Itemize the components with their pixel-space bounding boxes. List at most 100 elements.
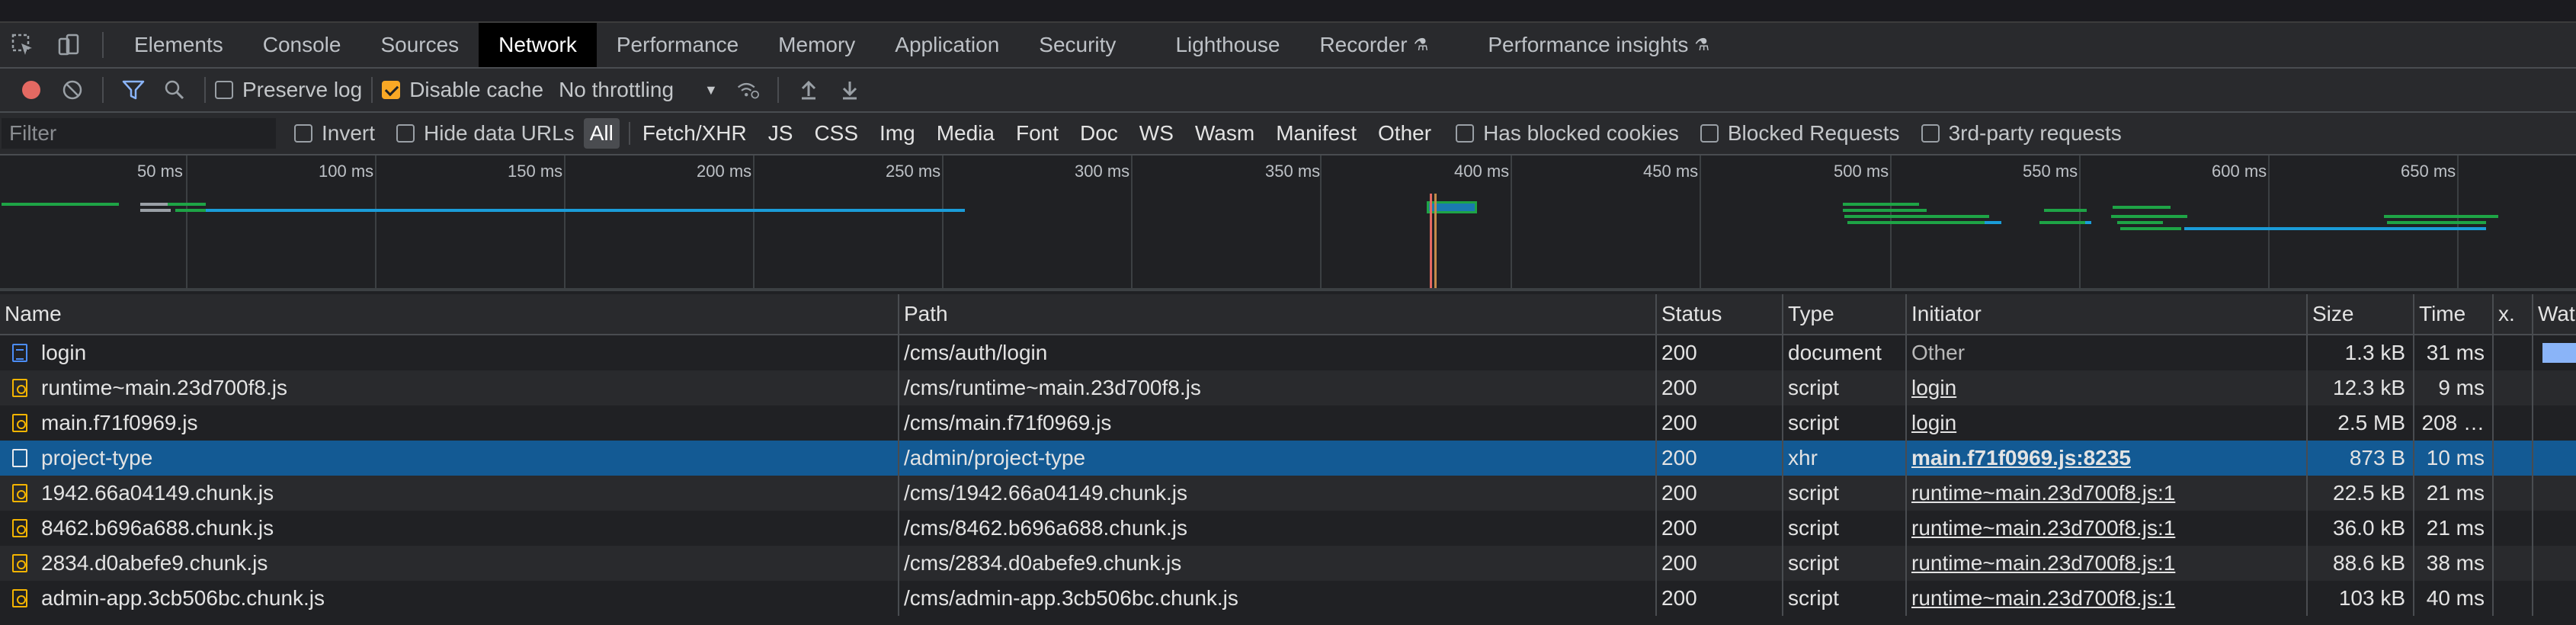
table-row[interactable]: 2834.d0abefe9.chunk.js /cms/2834.d0abefe… — [0, 546, 2576, 581]
table-row[interactable]: main.f71f0969.js /cms/main.f71f0969.js 2… — [0, 405, 2576, 441]
disable-cache-checkbox[interactable] — [382, 81, 401, 99]
column-header-initiator[interactable]: Initiator — [1907, 294, 2308, 334]
request-status: 200 — [1657, 476, 1783, 511]
tab-memory[interactable]: Memory — [758, 23, 875, 67]
request-type: script — [1783, 546, 1907, 581]
filter-type-ws[interactable]: WS — [1133, 118, 1180, 149]
record-icon[interactable] — [20, 79, 43, 101]
column-header-x[interactable]: x. — [2494, 294, 2533, 334]
filter-input[interactable] — [2, 118, 276, 149]
xhr-icon — [12, 449, 27, 467]
request-time: 9 ms — [2414, 370, 2494, 405]
request-path: /cms/main.f71f0969.js — [899, 405, 1657, 441]
column-header-path[interactable]: Path — [899, 294, 1657, 334]
search-icon[interactable] — [163, 79, 186, 101]
request-path: /cms/runtime~main.23d700f8.js — [899, 370, 1657, 405]
filter-type-other[interactable]: Other — [1372, 118, 1437, 149]
filter-type-media[interactable]: Media — [931, 118, 1001, 149]
filter-type-fetch-xhr[interactable]: Fetch/XHR — [636, 118, 753, 149]
throttling-select[interactable]: No throttling ▼ — [559, 78, 718, 102]
export-har-icon[interactable] — [838, 79, 861, 101]
experiment-flask-icon: ⚗ — [1694, 35, 1710, 54]
initiator-link[interactable]: main.f71f0969.js:8235 — [1911, 446, 2131, 470]
filter-type-wasm[interactable]: Wasm — [1189, 118, 1261, 149]
column-header-type[interactable]: Type — [1783, 294, 1907, 334]
blocked-requests-checkbox[interactable] — [1700, 124, 1719, 143]
initiator-link[interactable]: runtime~main.23d700f8.js:1 — [1911, 551, 2175, 575]
network-conditions-icon[interactable] — [736, 79, 759, 101]
request-path: /cms/1942.66a04149.chunk.js — [899, 476, 1657, 511]
filter-icon[interactable] — [122, 79, 145, 101]
tab-console[interactable]: Console — [243, 23, 361, 67]
third-party-toggle[interactable]: 3rd-party requests — [1921, 121, 2122, 146]
toolbar-divider — [102, 77, 104, 103]
column-header-name[interactable]: Name — [0, 294, 899, 334]
tab-performance-insights[interactable]: Performance insights ⚗ — [1448, 23, 1729, 67]
tab-sources[interactable]: Sources — [360, 23, 479, 67]
column-header-waterfall[interactable]: Wate — [2533, 294, 2576, 334]
request-status: 200 — [1657, 405, 1783, 441]
column-header-size[interactable]: Size — [2308, 294, 2414, 334]
filter-type-font[interactable]: Font — [1010, 118, 1065, 149]
request-time: 21 ms — [2414, 476, 2494, 511]
initiator-link[interactable]: login — [1911, 376, 1956, 400]
table-row-selected[interactable]: project-type /admin/project-type 200 xhr… — [0, 441, 2576, 476]
column-header-time[interactable]: Time — [2414, 294, 2494, 334]
request-status: 200 — [1657, 370, 1783, 405]
overview-request-bar — [2111, 215, 2187, 218]
initiator-link[interactable]: runtime~main.23d700f8.js:1 — [1911, 586, 2175, 611]
column-header-status[interactable]: Status — [1657, 294, 1783, 334]
initiator-link[interactable]: runtime~main.23d700f8.js:1 — [1911, 516, 2175, 540]
request-size: 36.0 kB — [2308, 511, 2414, 546]
waterfall-cell — [2533, 476, 2576, 511]
filter-type-css[interactable]: CSS — [808, 118, 864, 149]
filter-type-manifest[interactable]: Manifest — [1270, 118, 1363, 149]
tab-application[interactable]: Application — [875, 23, 1019, 67]
tab-security[interactable]: Security — [1019, 23, 1136, 67]
table-row[interactable]: admin-app.3cb506bc.chunk.js /cms/admin-a… — [0, 581, 2576, 616]
device-toolbar-icon[interactable] — [46, 23, 91, 67]
preserve-log-checkbox[interactable] — [215, 81, 233, 99]
table-row[interactable]: 8462.b696a688.chunk.js /cms/8462.b696a68… — [0, 511, 2576, 546]
request-path: /cms/admin-app.3cb506bc.chunk.js — [899, 581, 1657, 616]
waterfall-cell — [2533, 441, 2576, 476]
request-time: 208 … — [2414, 405, 2494, 441]
initiator-link[interactable]: login — [1911, 411, 1956, 435]
request-type: xhr — [1783, 441, 1907, 476]
third-party-checkbox[interactable] — [1921, 124, 1940, 143]
clear-icon[interactable] — [61, 79, 84, 101]
table-row[interactable]: 1942.66a04149.chunk.js /cms/1942.66a0414… — [0, 476, 2576, 511]
timeline-gridline — [564, 155, 566, 288]
hide-data-urls-toggle[interactable]: Hide data URLs — [396, 121, 575, 146]
overview-request-bar — [1985, 221, 2001, 224]
network-overview-timeline[interactable]: 50 ms 100 ms 150 ms 200 ms 250 ms 300 ms… — [0, 155, 2576, 291]
document-icon — [12, 344, 27, 362]
initiator-link[interactable]: runtime~main.23d700f8.js:1 — [1911, 481, 2175, 505]
tab-lighthouse[interactable]: Lighthouse — [1136, 23, 1299, 67]
invert-checkbox[interactable] — [294, 124, 312, 143]
invert-toggle[interactable]: Invert — [294, 121, 375, 146]
toolbar-divider — [204, 77, 206, 103]
tab-network[interactable]: Network — [479, 23, 597, 67]
filter-type-all[interactable]: All — [583, 118, 620, 149]
hide-data-urls-checkbox[interactable] — [396, 124, 415, 143]
timeline-gridline — [375, 155, 376, 288]
blocked-requests-toggle[interactable]: Blocked Requests — [1700, 121, 1900, 146]
script-icon — [12, 414, 27, 432]
request-type: script — [1783, 405, 1907, 441]
table-row[interactable]: login /cms/auth/login 200 document Other… — [0, 335, 2576, 370]
table-row[interactable]: runtime~main.23d700f8.js /cms/runtime~ma… — [0, 370, 2576, 405]
has-blocked-cookies-checkbox[interactable] — [1456, 124, 1475, 143]
filter-type-doc[interactable]: Doc — [1074, 118, 1124, 149]
toolbar-divider — [371, 77, 373, 103]
timeline-tick-label: 500 ms — [1834, 162, 1889, 181]
has-blocked-cookies-toggle[interactable]: Has blocked cookies — [1456, 121, 1679, 146]
tab-recorder[interactable]: Recorder ⚗ — [1299, 23, 1448, 67]
filter-type-js[interactable]: JS — [762, 118, 799, 149]
filter-type-img[interactable]: Img — [873, 118, 921, 149]
network-toolbar: Preserve log Disable cache No throttling… — [0, 69, 2576, 113]
import-har-icon[interactable] — [797, 79, 820, 101]
inspect-element-icon[interactable] — [0, 23, 46, 67]
tab-elements[interactable]: Elements — [114, 23, 243, 67]
tab-performance[interactable]: Performance — [597, 23, 758, 67]
